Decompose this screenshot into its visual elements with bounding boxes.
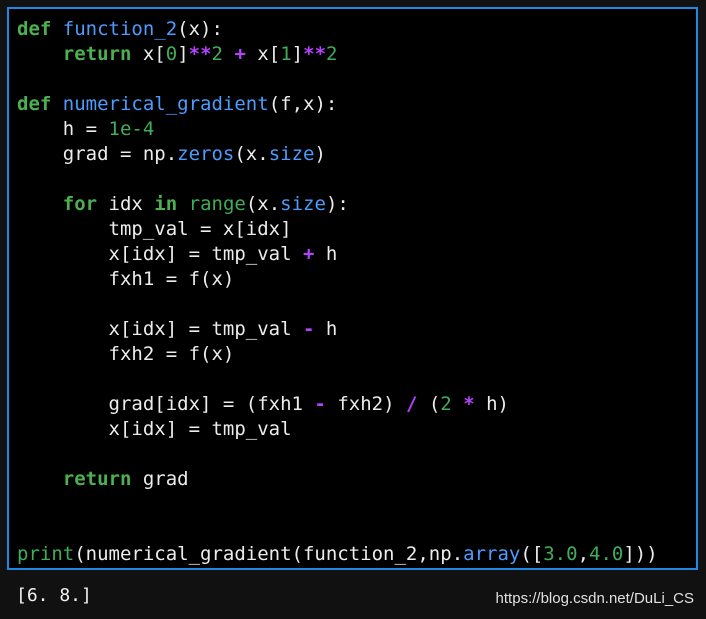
code-token-plain: ([ xyxy=(520,543,544,565)
code-token-plain: tmp_val = x[idx] xyxy=(17,218,292,240)
code-token-plain: (numerical_gradient(function_2,np. xyxy=(74,543,464,565)
code-token-plain: x[idx] = tmp_val xyxy=(17,418,292,440)
code-cell[interactable]: def function_2(x): return x[0]**2 + x[1]… xyxy=(7,7,698,570)
code-line: h = 1e-4 xyxy=(17,117,658,142)
code-line: tmp_val = x[idx] xyxy=(17,217,658,242)
code-token-operator: * xyxy=(463,393,475,415)
code-token-plain: x[ xyxy=(131,43,166,65)
code-token-keyword: return xyxy=(62,468,132,490)
code-token-operator: ** xyxy=(188,43,212,65)
code-line: fxh2 = f(x) xyxy=(17,342,658,367)
code-token-plain: ] xyxy=(291,43,304,65)
code-line: fxh1 = f(x) xyxy=(17,267,658,292)
code-token-function: function_2 xyxy=(62,18,178,40)
code-token-plain: (x. xyxy=(234,143,269,165)
code-token-attr: size xyxy=(268,143,315,165)
code-token-plain: , xyxy=(577,543,590,565)
code-token-plain: fxh2 = f(x) xyxy=(17,343,235,365)
code-token-number: 2 xyxy=(211,43,223,65)
code-token-plain: ( xyxy=(417,393,441,415)
code-token-plain: (x. xyxy=(245,193,281,215)
code-line: x[idx] = tmp_val xyxy=(17,417,658,442)
code-token-keyword: in xyxy=(154,193,178,215)
watermark-url: https://blog.csdn.net/DuLi_CS xyxy=(495,590,694,607)
code-line: x[idx] = tmp_val - h xyxy=(17,317,658,342)
code-token-number: 2 xyxy=(440,393,452,415)
cell-output: [6. 8.] xyxy=(16,585,92,606)
code-token-plain: idx xyxy=(97,193,155,215)
code-line: def numerical_gradient(f,x): xyxy=(17,92,658,117)
code-line: print(numerical_gradient(function_2,np.a… xyxy=(17,542,658,567)
code-token-plain: h xyxy=(314,243,338,265)
code-token-operator: + xyxy=(234,43,246,65)
code-token-operator: / xyxy=(405,393,418,415)
code-token-plain: grad xyxy=(131,468,189,490)
code-token-function: numerical_gradient xyxy=(62,93,269,115)
code-token-builtin: range xyxy=(188,193,246,215)
code-token-plain: grad = np. xyxy=(17,143,178,165)
code-token-plain: x[idx] = tmp_val xyxy=(17,318,303,340)
code-token-plain: fxh2) xyxy=(325,393,406,415)
code-token-builtin: print xyxy=(17,543,75,565)
code-token-plain: grad[idx] = (fxh1 xyxy=(17,393,315,415)
code-line: return x[0]**2 + x[1]**2 xyxy=(17,42,658,67)
code-token-attr: zeros xyxy=(177,143,235,165)
code-token-plain: ] xyxy=(177,43,189,65)
code-token-plain: ): xyxy=(325,193,349,215)
code-token-plain: ])) xyxy=(623,543,658,565)
code-token-keyword: def xyxy=(17,18,52,40)
code-token-attr: size xyxy=(280,193,326,215)
code-line: grad = np.zeros(x.size) xyxy=(17,142,658,167)
code-line: x[idx] = tmp_val + h xyxy=(17,242,658,267)
code-token-plain: fxh1 = f(x) xyxy=(17,268,235,290)
code-token-keyword: for xyxy=(62,193,98,215)
code-token-number: 0 xyxy=(165,43,178,65)
code-token-keyword: def xyxy=(17,93,52,115)
code-token-plain: x[ xyxy=(245,43,281,65)
code-line: grad[idx] = (fxh1 - fxh2) / (2 * h) xyxy=(17,392,658,417)
code-token-attr: array xyxy=(463,543,521,565)
code-token-plain: x[idx] = tmp_val xyxy=(17,243,303,265)
code-token-plain: h = xyxy=(17,118,109,140)
code-line: return grad xyxy=(17,467,658,492)
code-token-number: 4.0 xyxy=(589,543,624,565)
code-token-plain: ) xyxy=(314,143,326,165)
code-token-plain: h) xyxy=(474,393,509,415)
code-editor[interactable]: def function_2(x): return x[0]**2 + x[1]… xyxy=(17,17,658,567)
code-token-operator: - xyxy=(314,393,326,415)
code-token-number: 1 xyxy=(280,43,292,65)
code-token-keyword: return xyxy=(62,43,132,65)
code-token-operator: + xyxy=(302,243,315,265)
code-token-number: 3.0 xyxy=(543,543,578,565)
code-token-operator: ** xyxy=(303,43,327,65)
code-line: def function_2(x): xyxy=(17,17,658,42)
code-token-number: 1e-4 xyxy=(108,118,155,140)
code-token-plain: (f,x): xyxy=(268,93,338,115)
code-token-plain: (x): xyxy=(177,18,223,40)
code-token-number: 2 xyxy=(326,43,338,65)
code-line: for idx in range(x.size): xyxy=(17,192,658,217)
code-token-plain: h xyxy=(314,318,338,340)
code-token-operator: - xyxy=(302,318,315,340)
